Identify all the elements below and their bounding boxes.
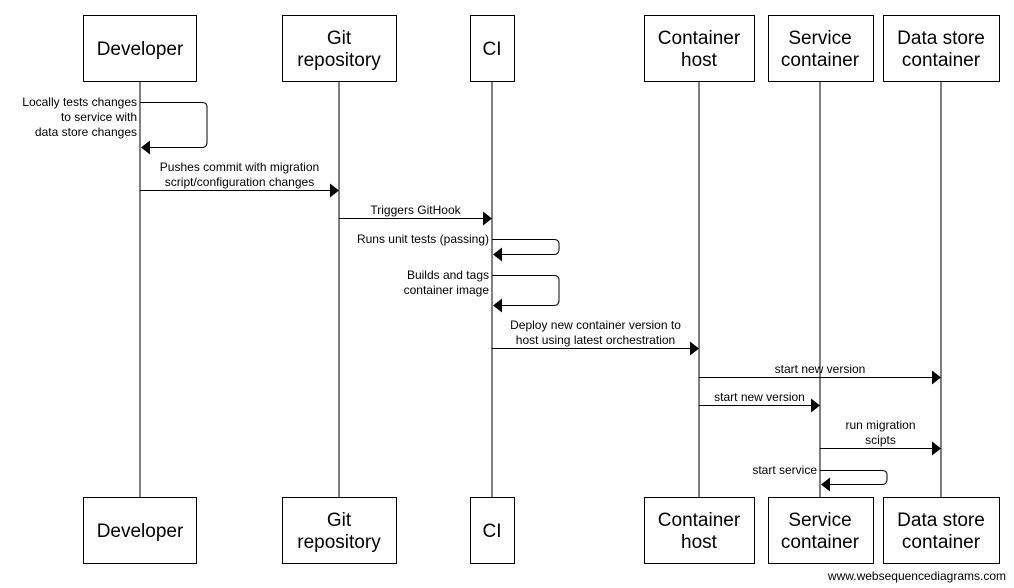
participant-label: CI (483, 521, 502, 542)
message-9: run migrationscipts (820, 418, 941, 456)
message-label: Triggers GitHook (370, 203, 461, 217)
participant-label: Container (658, 510, 741, 531)
arrowhead-icon (493, 298, 502, 313)
participant-label: container (781, 50, 860, 71)
participant-label: CI (483, 39, 502, 60)
message-label: Builds and tags (407, 268, 489, 282)
message-label: start new version (714, 390, 805, 404)
message-6: Deploy new container version tohost usin… (492, 318, 699, 356)
participant-dev-top: Developer (83, 15, 197, 82)
participant-label: Git (327, 28, 352, 49)
participant-ci-top: CI (470, 15, 515, 82)
sequence-diagram: DeveloperDeveloperGitrepositoryGitreposi… (22, 15, 1000, 564)
participant-label: Service (788, 28, 851, 49)
participant-label: host (681, 50, 718, 71)
message-label: to service with (61, 110, 137, 124)
message-label: scipts (865, 433, 896, 447)
message-3: Triggers GitHook (339, 203, 492, 226)
message-1: Locally tests changesto service withdata… (22, 95, 208, 155)
message-label: container image (404, 283, 490, 297)
message-4: Runs unit tests (passing) (357, 232, 560, 262)
participant-host-bottom: Containerhost (644, 497, 755, 564)
participant-dev-bottom: Developer (83, 497, 197, 564)
participant-label: Developer (97, 39, 184, 60)
self-message-line (140, 102, 208, 148)
message-label: start service (752, 463, 817, 477)
participant-label: Container (658, 28, 741, 49)
message-label: Locally tests changes (22, 95, 137, 109)
arrowhead-icon (821, 477, 830, 492)
participant-label: repository (297, 50, 381, 71)
participant-git-bottom: Gitrepository (282, 497, 397, 564)
arrowhead-icon (932, 370, 941, 385)
participant-label: Git (327, 510, 352, 531)
participant-svc-top: Servicecontainer (768, 15, 874, 82)
arrowhead-icon (932, 441, 941, 456)
message-label: start new version (775, 362, 866, 376)
participant-svc-bottom: Servicecontainer (768, 497, 874, 564)
participant-git-top: Gitrepository (282, 15, 397, 82)
participant-db-bottom: Data storecontainer (883, 497, 1000, 564)
participant-label: Data store (897, 510, 985, 531)
participant-ci-bottom: CI (470, 497, 515, 564)
arrowhead-icon (141, 140, 150, 155)
arrowhead-icon (483, 211, 492, 226)
participant-label: host (681, 532, 718, 553)
participant-label: Data store (897, 28, 985, 49)
arrowhead-icon (811, 398, 820, 413)
participant-db-top: Data storecontainer (883, 15, 1000, 82)
message-label: Pushes commit with migration (160, 160, 319, 174)
message-2: Pushes commit with migrationscript/confi… (140, 160, 339, 198)
self-message-line (492, 239, 560, 255)
message-label: host using latest orchestration (516, 333, 675, 347)
participant-host-top: Containerhost (644, 15, 755, 82)
self-message-line (820, 470, 888, 485)
participant-label: Developer (97, 521, 184, 542)
message-5: Builds and tagscontainer image (404, 268, 560, 313)
participant-label: repository (297, 532, 381, 553)
message-8: start new version (699, 390, 820, 413)
message-label: run migration (845, 418, 915, 432)
participant-label: container (781, 532, 860, 553)
participant-label: container (902, 532, 981, 553)
arrowhead-icon (690, 341, 699, 356)
message-label: script/configuration changes (165, 175, 314, 189)
participant-label: Service (788, 510, 851, 531)
message-label: Deploy new container version to (510, 318, 681, 332)
watermark: www.websequencediagrams.com (827, 569, 1006, 583)
message-label: data store changes (35, 125, 137, 139)
arrowhead-icon (330, 183, 339, 198)
self-message-line (492, 275, 560, 306)
arrowhead-icon (493, 247, 502, 262)
message-label: Runs unit tests (passing) (357, 232, 489, 246)
participant-label: container (902, 50, 981, 71)
